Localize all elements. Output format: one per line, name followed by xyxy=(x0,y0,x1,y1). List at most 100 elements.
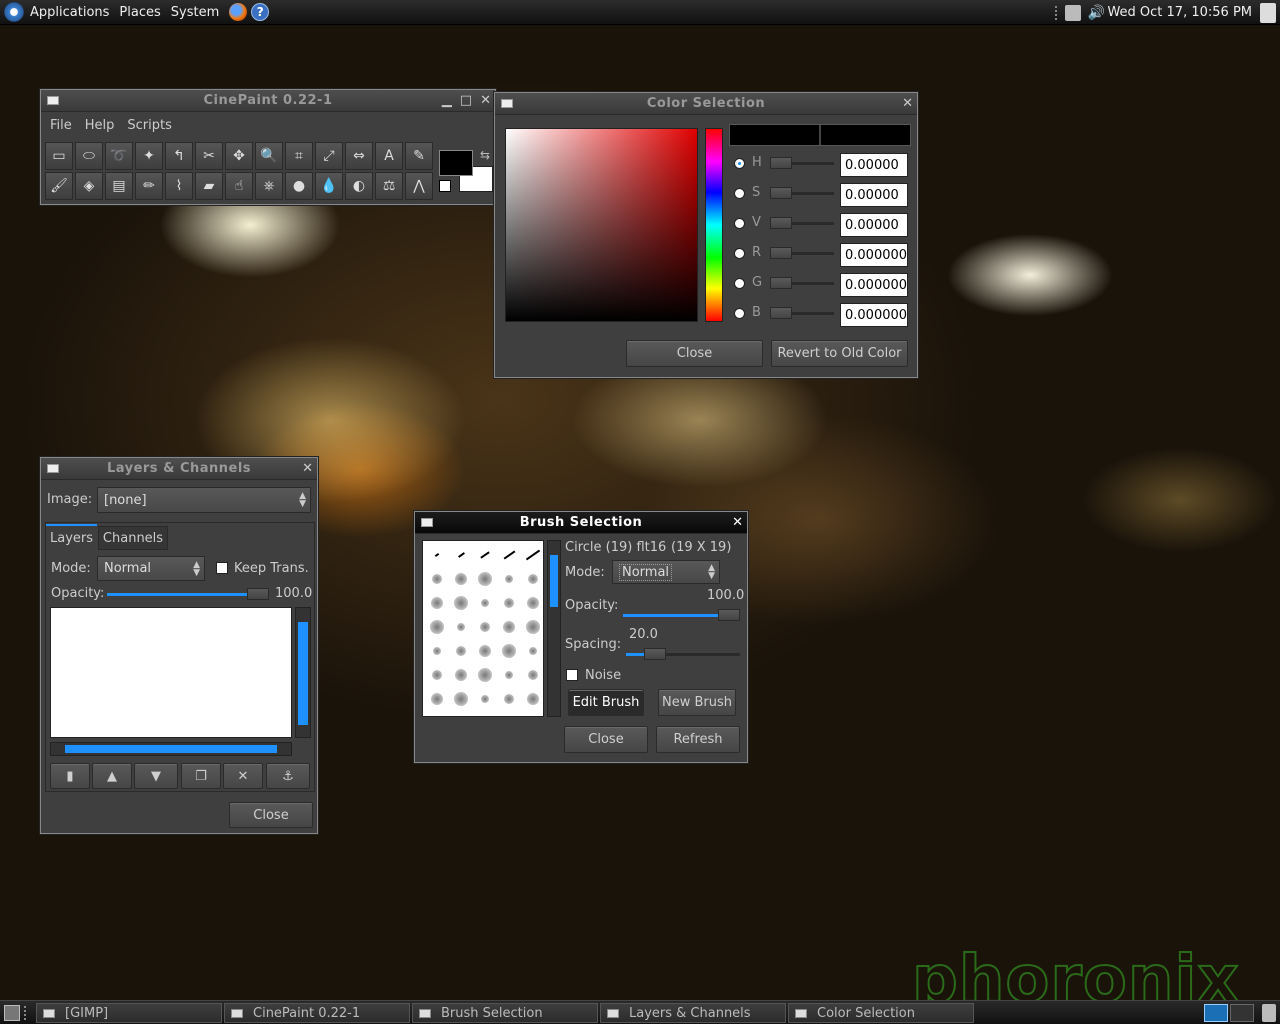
brush-titlebar[interactable]: Brush Selection ✕ xyxy=(415,512,747,534)
channel-value-v[interactable]: 0.00000 xyxy=(840,213,908,237)
places-menu[interactable]: Places xyxy=(119,5,160,20)
new-brush-button[interactable]: New Brush xyxy=(658,689,736,716)
bucket-fill-tool-button[interactable]: ◈ xyxy=(75,172,103,200)
brush-cell[interactable] xyxy=(451,689,471,709)
noise-checkbox[interactable] xyxy=(566,669,578,681)
channel-value-b[interactable]: 0.000000 xyxy=(840,303,908,327)
channel-slider-b[interactable] xyxy=(770,307,834,319)
ellipse-select-tool-button[interactable]: ⬭ xyxy=(75,142,103,170)
smudge-tool-button[interactable]: ☝ xyxy=(225,172,253,200)
color-picker-tool-button[interactable]: ✎ xyxy=(405,142,433,170)
brush-mode-combo[interactable]: Normal ▲ ▼ xyxy=(612,560,720,584)
saturation-value-picker[interactable] xyxy=(505,128,698,322)
delete-layer-button[interactable]: ✕ xyxy=(223,763,263,789)
flip-tool-button[interactable]: ⇔ xyxy=(345,142,373,170)
brush-cell[interactable] xyxy=(427,593,447,613)
maximize-icon[interactable]: □ xyxy=(460,93,472,108)
pencil-tool-button[interactable]: ✏ xyxy=(135,172,163,200)
scripts-menu[interactable]: Scripts xyxy=(127,118,171,133)
brush-cell[interactable] xyxy=(451,665,471,685)
layer-opacity-slider[interactable] xyxy=(107,588,269,600)
brush-cell[interactable] xyxy=(475,569,495,589)
channel-value-r[interactable]: 0.000000 xyxy=(840,243,908,267)
keep-trans-checkbox[interactable] xyxy=(216,562,228,574)
brush-cell[interactable] xyxy=(523,665,543,685)
channel-slider-r[interactable] xyxy=(770,247,834,259)
crop-tool-button[interactable]: ⌗ xyxy=(285,142,313,170)
channel-value-h[interactable]: 0.00000 xyxy=(840,153,908,177)
channel-slider-g[interactable] xyxy=(770,277,834,289)
text-tool-button[interactable]: A xyxy=(375,142,403,170)
brush-cell[interactable] xyxy=(451,593,471,613)
slider-knob[interactable] xyxy=(770,277,792,289)
workspace-1[interactable] xyxy=(1204,1004,1228,1022)
trash-icon[interactable] xyxy=(1262,1004,1276,1022)
brush-cell[interactable] xyxy=(499,665,519,685)
brush-cell[interactable] xyxy=(499,713,519,716)
system-menu[interactable]: System xyxy=(171,5,219,20)
brush-cell[interactable] xyxy=(475,617,495,637)
swap-colors-icon[interactable]: ⇆ xyxy=(480,148,490,162)
default-colors-icon[interactable] xyxy=(439,180,451,192)
tab-layers[interactable]: Layers xyxy=(46,524,97,550)
raise-layer-button[interactable]: ▲ xyxy=(92,763,132,789)
slider-knob[interactable] xyxy=(770,217,792,229)
brush-cell[interactable] xyxy=(499,689,519,709)
revert-color-button[interactable]: Revert to Old Color xyxy=(771,340,908,367)
hue-strip[interactable] xyxy=(705,128,723,322)
file-menu[interactable]: File xyxy=(50,118,72,133)
brush-cell[interactable] xyxy=(523,713,543,716)
firefox-launcher-icon[interactable] xyxy=(229,3,248,21)
dodge-burn-tool-button[interactable]: ● xyxy=(285,172,313,200)
airbrush-tool-button[interactable]: ⌇ xyxy=(165,172,193,200)
channel-radio-v[interactable] xyxy=(734,218,745,229)
taskbar-task[interactable]: CinePaint 0.22-1 xyxy=(224,1003,410,1023)
transform-tool-button[interactable]: ⤢ xyxy=(315,142,343,170)
edit-brush-button[interactable]: Edit Brush xyxy=(568,689,644,716)
brush-cell[interactable] xyxy=(499,617,519,637)
spacing-slider[interactable] xyxy=(626,648,740,660)
layer-mode-combo[interactable]: Normal ▲ ▼ xyxy=(97,556,205,581)
brush-cell[interactable] xyxy=(523,569,543,589)
brush-cell[interactable] xyxy=(523,545,543,565)
taskbar-task[interactable]: Color Selection xyxy=(788,1003,974,1023)
close-icon[interactable]: ✕ xyxy=(902,96,913,111)
image-combo[interactable]: [none] ▲ ▼ xyxy=(97,487,311,513)
foreground-color-swatch[interactable] xyxy=(439,150,473,176)
channel-slider-v[interactable] xyxy=(770,217,834,229)
brush-cell[interactable] xyxy=(475,689,495,709)
magic-wand-tool-button[interactable]: ✦ xyxy=(135,142,163,170)
brush-cell[interactable] xyxy=(451,569,471,589)
brush-cell[interactable] xyxy=(499,545,519,565)
brush-cell[interactable] xyxy=(475,545,495,565)
brush-cell[interactable] xyxy=(427,689,447,709)
bezier-select-tool-button[interactable]: ↰ xyxy=(165,142,193,170)
distro-logo-icon[interactable] xyxy=(4,2,24,22)
brush-cell[interactable] xyxy=(427,545,447,565)
clock[interactable]: Wed Oct 17, 10:56 PM xyxy=(1107,5,1252,20)
brush-cell[interactable] xyxy=(475,665,495,685)
brush-cell[interactable] xyxy=(427,641,447,661)
move-tool-button[interactable]: ✥ xyxy=(225,142,253,170)
close-icon[interactable]: ✕ xyxy=(302,461,313,476)
scrollbar-thumb[interactable] xyxy=(550,555,558,607)
brush-cell[interactable] xyxy=(451,713,471,716)
logout-icon[interactable] xyxy=(1260,2,1276,23)
layers-close-button[interactable]: Close xyxy=(229,802,313,828)
brush-grid[interactable] xyxy=(422,540,544,717)
measure-tool-button[interactable]: ⚖ xyxy=(375,172,403,200)
brush-cell[interactable] xyxy=(523,641,543,661)
intelligent-scissors-tool-button[interactable]: ✂ xyxy=(195,142,223,170)
applications-menu[interactable]: Applications xyxy=(30,5,109,20)
layer-list[interactable] xyxy=(50,607,292,738)
scrollbar-thumb[interactable] xyxy=(298,622,308,725)
taskbar-task[interactable]: Brush Selection xyxy=(412,1003,598,1023)
help-menu[interactable]: Help xyxy=(85,118,115,133)
workspace-2[interactable] xyxy=(1230,1004,1254,1022)
color-close-button[interactable]: Close xyxy=(626,340,763,367)
brush-cell[interactable] xyxy=(427,569,447,589)
lower-layer-button[interactable]: ▼ xyxy=(134,763,178,789)
channel-slider-h[interactable] xyxy=(770,157,834,169)
slider-knob[interactable] xyxy=(770,187,792,199)
taskbar-task[interactable]: Layers & Channels xyxy=(600,1003,786,1023)
